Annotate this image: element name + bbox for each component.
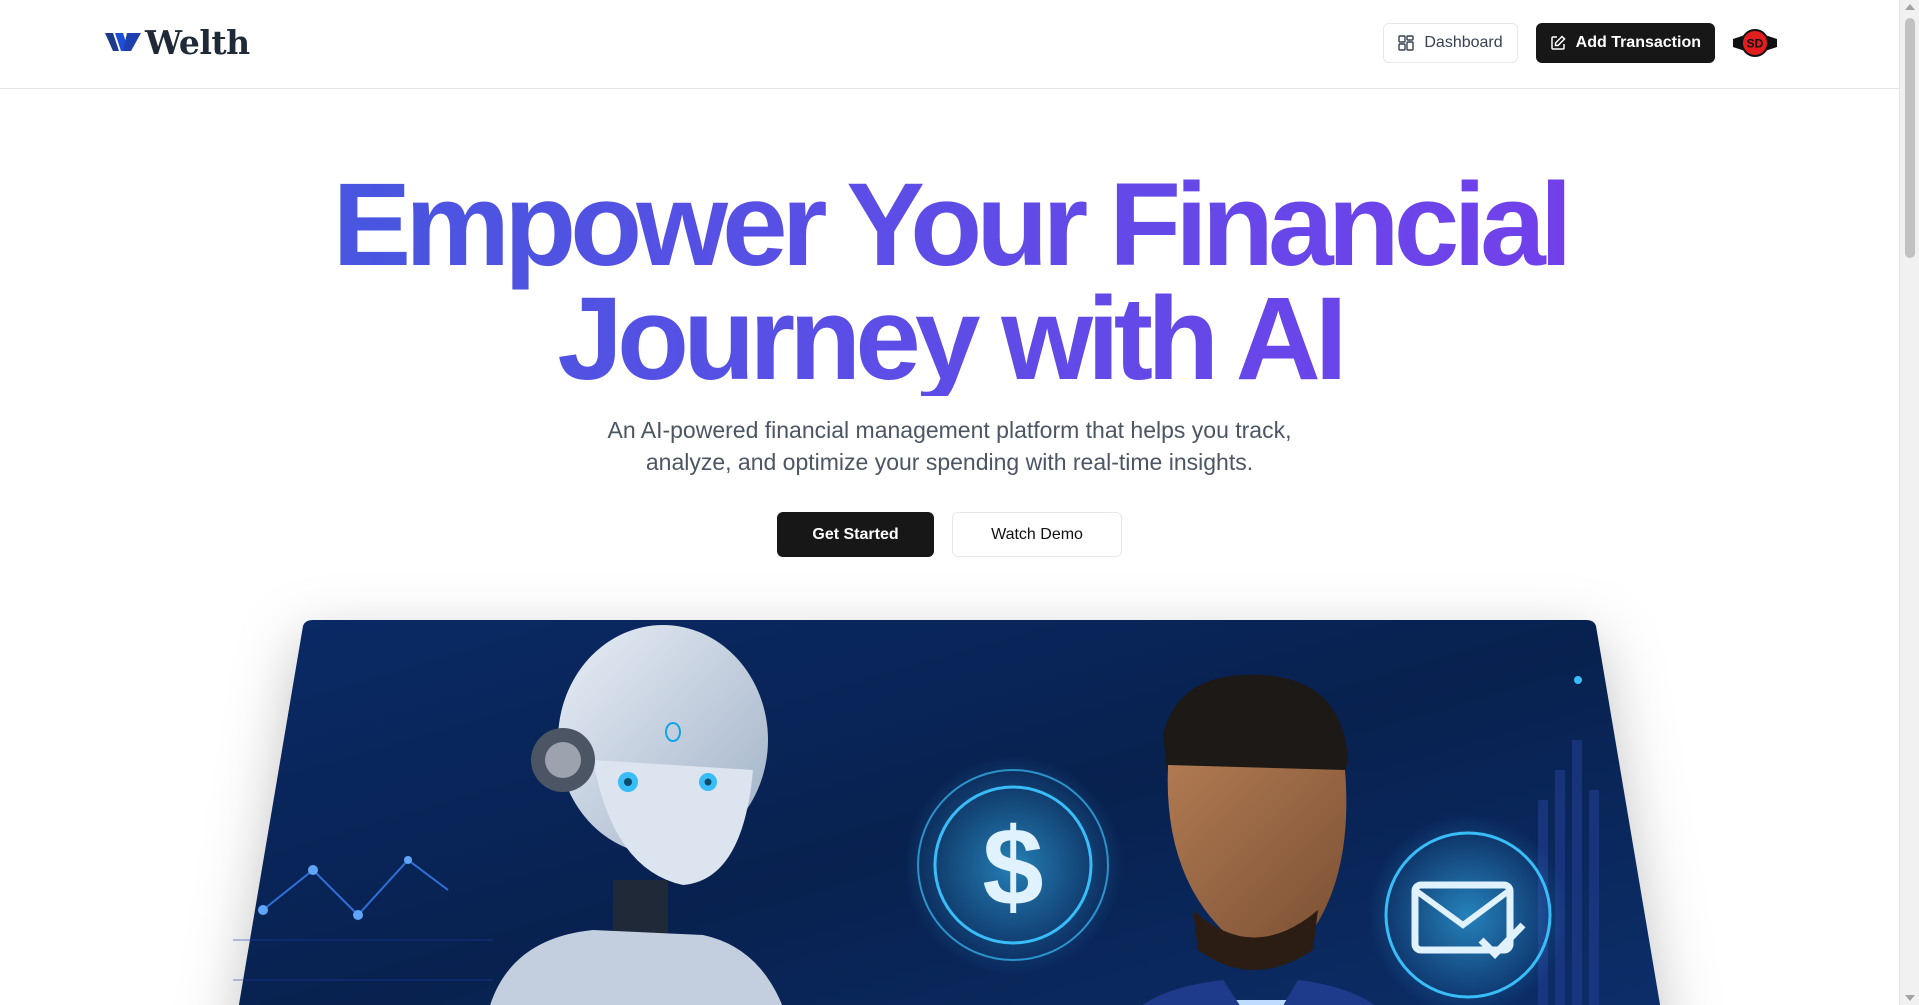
scrollbar-thumb[interactable] <box>1905 18 1915 258</box>
user-avatar[interactable]: SD <box>1733 21 1777 65</box>
scroll-up-arrow-icon[interactable] <box>1905 4 1915 10</box>
hero-title-line-2: Journey with AI <box>557 273 1342 405</box>
hero-title-line-1: Empower Your Financial <box>332 159 1567 291</box>
watch-demo-button[interactable]: Watch Demo <box>952 512 1122 557</box>
page: Welth Dashboard Add Transaction SD Empow… <box>0 0 1919 1005</box>
header-actions: Dashboard Add Transaction SD <box>1383 22 1777 64</box>
add-transaction-button[interactable]: Add Transaction <box>1535 23 1715 63</box>
hero-subtitle-line-2: analyze, and optimize your spending with… <box>645 449 1254 475</box>
hero-banner-image: $ <box>233 620 1661 1005</box>
avatar-badge-icon: SD <box>1733 29 1777 57</box>
layout-dashboard-icon <box>1398 35 1415 51</box>
hero-cta-row: Get Started Watch Demo <box>0 512 1899 557</box>
logo[interactable]: Welth <box>105 22 250 62</box>
welth-logo-icon <box>105 33 141 51</box>
dashboard-button-label: Dashboard <box>1424 34 1503 51</box>
hero-subtitle: An AI-powered financial management platf… <box>0 414 1899 478</box>
get-started-button[interactable]: Get Started <box>777 512 934 557</box>
top-navbar: Welth Dashboard Add Transaction SD <box>0 0 1899 89</box>
dollar-icon: $ <box>903 755 1123 975</box>
avatar-initials: SD <box>1747 37 1764 51</box>
dashboard-button[interactable]: Dashboard <box>1383 23 1518 63</box>
add-transaction-label: Add Transaction <box>1575 34 1701 51</box>
vertical-scrollbar[interactable] <box>1899 0 1919 1005</box>
svg-text:$: $ <box>982 806 1043 929</box>
pen-square-icon <box>1550 35 1566 50</box>
logo-text: Welth <box>145 22 250 62</box>
hero-subtitle-line-1: An AI-powered financial management platf… <box>607 417 1292 443</box>
scroll-down-arrow-icon[interactable] <box>1905 995 1915 1001</box>
hero-title: Empower Your Financial Journey with AI <box>0 168 1899 396</box>
